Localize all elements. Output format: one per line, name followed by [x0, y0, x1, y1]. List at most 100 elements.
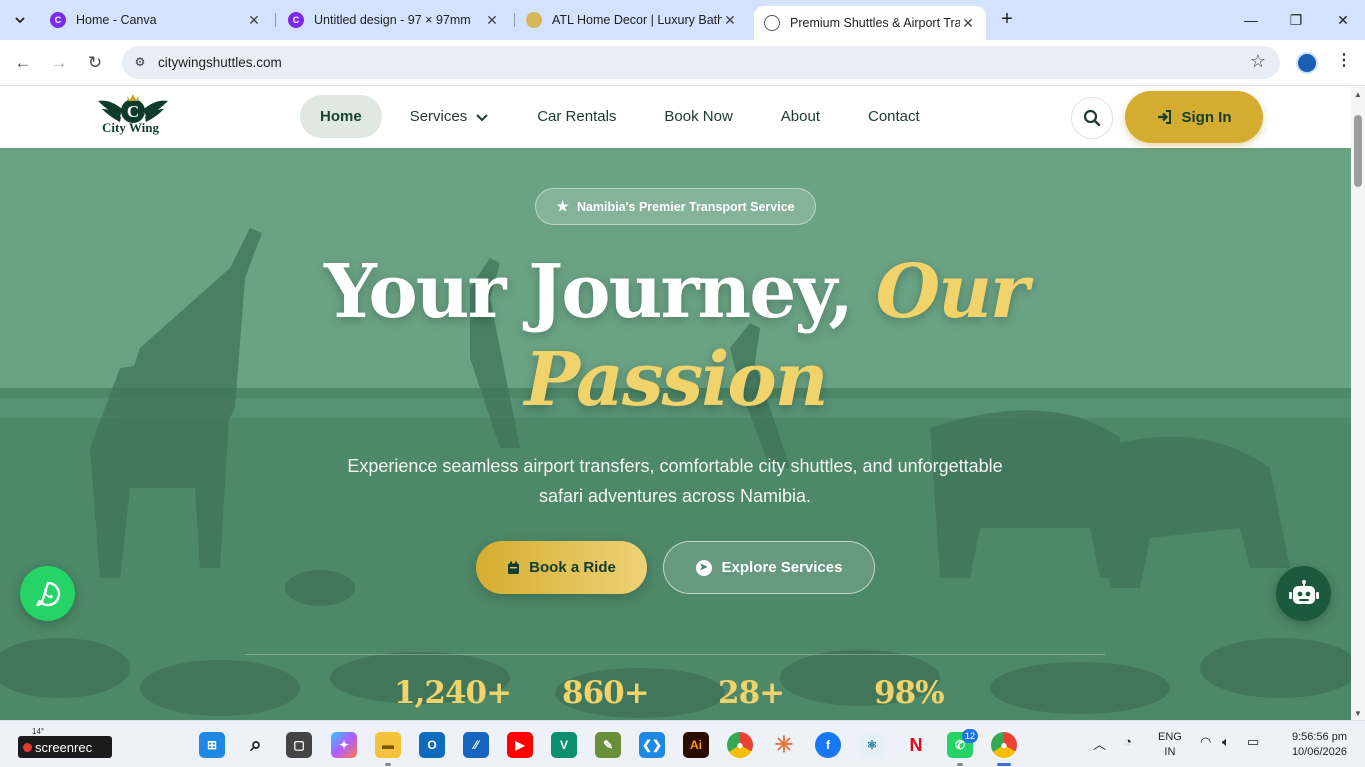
illustrator-icon[interactable]: Ai	[683, 732, 709, 758]
close-tab-icon[interactable]: ✕	[246, 12, 262, 29]
sign-in-icon	[1157, 110, 1171, 124]
restore-button[interactable]: ❐	[1284, 8, 1308, 32]
system-clock[interactable]: 9:56:56 pm 10/06/2026	[1283, 730, 1347, 760]
reload-button[interactable]: ↻	[84, 52, 106, 74]
volume-icon[interactable]: 🔈︎	[1222, 734, 1230, 750]
nav-services[interactable]: Services	[390, 95, 510, 138]
screenrec-widget[interactable]: screenrec	[18, 736, 112, 758]
profile-avatar[interactable]	[1296, 52, 1318, 74]
globe-icon	[764, 15, 780, 31]
tab-separator	[275, 13, 276, 27]
browser-menu-icon[interactable]: ⋮	[1336, 50, 1352, 70]
compass-icon: ➤	[695, 559, 712, 576]
browser-tab[interactable]: C Home - Canva ✕	[40, 6, 272, 34]
taskbar-search-icon[interactable]: ⌕	[243, 732, 269, 758]
clock-date: 10/06/2026	[1291, 746, 1347, 758]
calendar-icon	[508, 561, 520, 574]
page-scrollbar[interactable]: ▲ ▼	[1351, 87, 1365, 720]
tab-title: Home - Canva	[76, 13, 157, 27]
running-indicator	[957, 763, 963, 766]
clock-time: 9:56:56 pm	[1291, 731, 1347, 743]
page-viewport: C City Wing Home Services Car Rentals Bo…	[0, 87, 1351, 720]
minimize-button[interactable]: —	[1239, 8, 1263, 32]
active-indicator	[997, 763, 1011, 766]
hero-subtitle: Experience seamless airport transfers, c…	[347, 456, 1003, 506]
chrome-active-icon[interactable]: ●	[991, 732, 1017, 758]
nav-book-now[interactable]: Book Now	[644, 95, 752, 138]
hero-badge: ★ Namibia's Premier Transport Service	[535, 188, 816, 225]
address-bar[interactable]: ⚙ citywingshuttles.com ☆	[122, 46, 1280, 79]
bookmark-star-icon[interactable]: ☆	[1250, 51, 1266, 72]
claude-icon[interactable]: ✳	[771, 732, 797, 758]
lang-code: ENG	[1158, 731, 1182, 743]
sign-in-label: Sign In	[1181, 108, 1232, 126]
stat-value: 860+	[562, 675, 650, 711]
whatsapp-icon	[35, 581, 60, 606]
stats-divider	[245, 654, 1105, 655]
netflix-icon[interactable]: N	[903, 732, 929, 758]
site-header: C City Wing Home Services Car Rentals Bo…	[0, 87, 1351, 148]
windows-start-icon[interactable]: ⊞	[199, 732, 225, 758]
file-explorer-icon[interactable]: ▬	[375, 732, 401, 758]
nav-services-label: Services	[409, 108, 468, 125]
headline-line-1: Your Journey, Our	[0, 248, 1351, 336]
browser-tab-active[interactable]: Premium Shuttles & Airport Tra ✕	[754, 6, 986, 40]
close-tab-icon[interactable]: ✕	[484, 12, 500, 29]
star-icon: ★	[556, 198, 569, 214]
browser-tab-strip: C Home - Canva ✕ C Untitled design - 97 …	[0, 0, 1365, 40]
book-ride-button[interactable]: Book a Ride	[476, 541, 647, 594]
whatsapp-chat-button[interactable]	[20, 566, 75, 621]
tab-title: Premium Shuttles & Airport Tra	[790, 16, 960, 30]
notification-badge: 12	[962, 729, 978, 743]
windows-taskbar: 14° screenrec ⊞ ⌕ ▢ ✦ ▬ O ⁄⁄ ▶ V ✎ ❮❯ Ai…	[0, 720, 1365, 767]
svg-text:C: C	[127, 102, 139, 121]
outlook-icon[interactable]: O	[419, 732, 445, 758]
app-icon[interactable]: ⚛	[859, 732, 885, 758]
forward-button[interactable]: →	[48, 52, 70, 74]
wifi-icon[interactable]: ◠	[1200, 734, 1211, 750]
tray-chevron-icon[interactable]: ︿	[1093, 734, 1106, 753]
sign-in-button[interactable]: Sign In	[1125, 91, 1263, 143]
nav-about[interactable]: About	[761, 95, 840, 138]
chrome-icon[interactable]: ●	[727, 732, 753, 758]
logo-text: City Wing	[102, 120, 159, 135]
app-icon[interactable]: V	[551, 732, 577, 758]
weather-temp: 14°	[32, 727, 45, 736]
nav-car-rentals[interactable]: Car Rentals	[517, 95, 636, 138]
battery-icon[interactable]: ▭	[1247, 734, 1259, 750]
language-indicator[interactable]: ENG IN	[1158, 730, 1182, 760]
app-icon[interactable]: ✎	[595, 732, 621, 758]
nav-home[interactable]: Home	[300, 95, 382, 138]
scroll-up-arrow-icon[interactable]: ▲	[1354, 90, 1362, 99]
tab-search-button[interactable]	[8, 8, 32, 32]
vscode-icon[interactable]: ❮❯	[639, 732, 665, 758]
scroll-down-arrow-icon[interactable]: ▼	[1354, 709, 1362, 718]
search-button[interactable]	[1071, 97, 1113, 139]
canva-icon: C	[288, 12, 304, 28]
safari-background-image	[0, 148, 1351, 720]
browser-tab[interactable]: C Untitled design - 97 × 97mm ✕	[278, 6, 510, 34]
network-status-icon[interactable]: ◔	[1124, 734, 1132, 749]
stat-value: 98%	[874, 675, 945, 711]
back-button[interactable]: ←	[12, 52, 34, 74]
close-tab-icon[interactable]: ✕	[722, 12, 738, 29]
app-icon[interactable]: ⁄⁄	[463, 732, 489, 758]
close-tab-icon[interactable]: ✕	[960, 15, 976, 32]
scrollbar-thumb[interactable]	[1354, 115, 1362, 187]
new-tab-button[interactable]: +	[996, 9, 1018, 31]
chevron-down-icon	[476, 113, 488, 121]
copilot-icon[interactable]: ✦	[331, 732, 357, 758]
nav-contact[interactable]: Contact	[848, 95, 940, 138]
task-view-icon[interactable]: ▢	[286, 732, 312, 758]
chatbot-button[interactable]	[1276, 566, 1331, 621]
stat-value: 1,240+	[394, 675, 512, 711]
url-text[interactable]: citywingshuttles.com	[158, 55, 282, 70]
hero-section: ★ Namibia's Premier Transport Service Yo…	[0, 148, 1351, 720]
site-info-icon[interactable]: ⚙	[132, 54, 148, 70]
tab-title: Untitled design - 97 × 97mm	[314, 13, 471, 27]
close-window-button[interactable]: ✕	[1331, 8, 1355, 32]
browser-tab[interactable]: ATL Home Decor | Luxury Bathr ✕	[516, 6, 748, 34]
explore-services-button[interactable]: ➤ Explore Services	[663, 541, 875, 594]
youtube-icon[interactable]: ▶	[507, 732, 533, 758]
facebook-icon[interactable]: f	[815, 732, 841, 758]
